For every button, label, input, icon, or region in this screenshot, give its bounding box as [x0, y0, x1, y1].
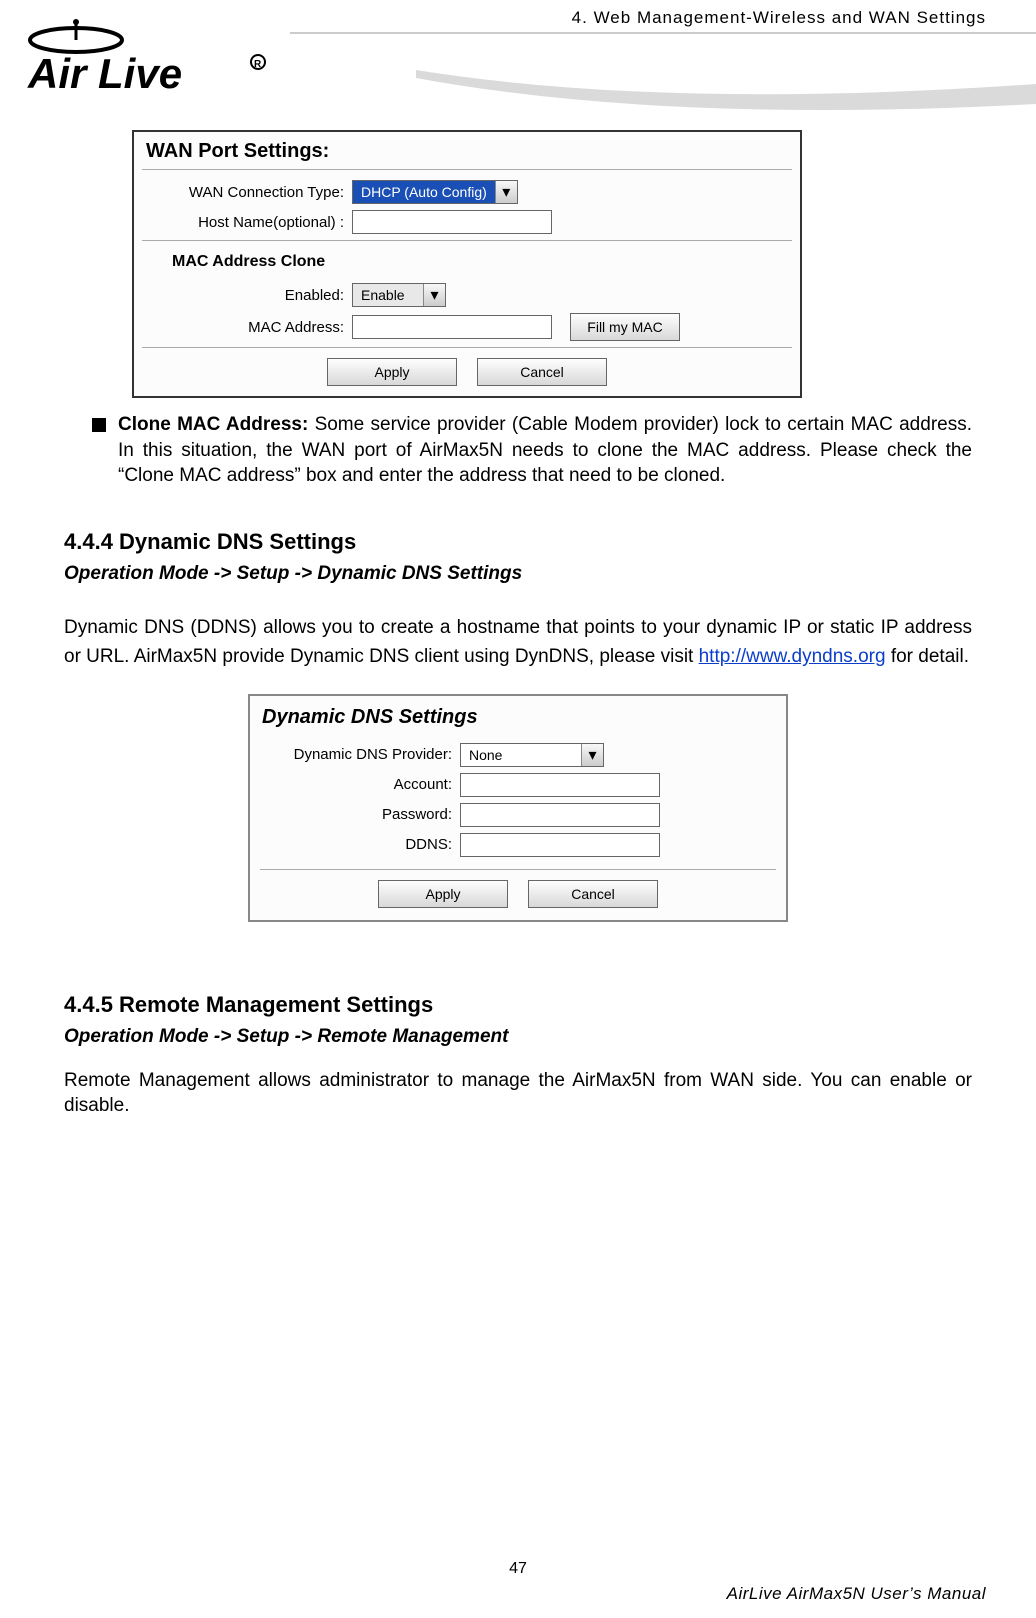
- manual-title-footer: AirLive AirMax5N User’s Manual: [727, 1584, 986, 1604]
- wan-conn-type-label: WAN Connection Type:: [142, 184, 352, 201]
- ddns-provider-select[interactable]: None ▾: [460, 743, 604, 767]
- chevron-down-icon: ▾: [423, 284, 445, 306]
- divider: [142, 240, 792, 241]
- host-name-label: Host Name(optional) :: [142, 214, 352, 231]
- ddns-para-post: for detail.: [886, 646, 969, 667]
- svg-text:R: R: [254, 59, 262, 70]
- ddns-provider-label: Dynamic DNS Provider:: [260, 746, 460, 763]
- divider: [142, 347, 792, 348]
- ddns-field-label: DDNS:: [260, 836, 460, 853]
- remote-breadcrumb: Operation Mode -> Setup -> Remote Manage…: [64, 1026, 972, 1048]
- page-number: 47: [0, 1560, 1036, 1578]
- ddns-panel-title: Dynamic DNS Settings: [260, 704, 776, 737]
- account-input[interactable]: [460, 773, 660, 797]
- dyndns-link[interactable]: http://www.dyndns.org: [699, 646, 886, 667]
- wan-conn-type-select[interactable]: DHCP (Auto Config) ▾: [352, 180, 518, 204]
- enabled-select[interactable]: Enable ▾: [352, 283, 446, 307]
- host-name-input[interactable]: [352, 210, 552, 234]
- wan-port-settings-panel: WAN Port Settings: WAN Connection Type: …: [132, 130, 802, 398]
- mac-address-label: MAC Address:: [142, 319, 352, 336]
- chevron-down-icon: ▾: [581, 744, 603, 766]
- ddns-provider-value: None: [461, 744, 581, 766]
- chapter-title: 4. Web Management-Wireless and WAN Setti…: [572, 8, 986, 28]
- header-divider: [290, 32, 1036, 34]
- remote-paragraph: Remote Management allows administrator t…: [64, 1068, 972, 1119]
- password-label: Password:: [260, 806, 460, 823]
- divider: [260, 869, 776, 870]
- divider: [142, 169, 792, 170]
- airlive-logo: Air Live R: [18, 18, 278, 106]
- password-input[interactable]: [460, 803, 660, 827]
- enabled-value: Enable: [353, 284, 423, 306]
- chevron-down-icon: ▾: [495, 181, 517, 203]
- header-swoosh: [416, 60, 1036, 120]
- clone-mac-paragraph: Clone MAC Address: Some service provider…: [64, 412, 972, 489]
- mac-clone-title: MAC Address Clone: [142, 251, 792, 277]
- mac-address-input[interactable]: [352, 315, 552, 339]
- remote-heading: 4.4.5 Remote Management Settings: [64, 992, 972, 1018]
- cancel-button[interactable]: Cancel: [528, 880, 658, 908]
- ddns-heading: 4.4.4 Dynamic DNS Settings: [64, 529, 972, 555]
- apply-button[interactable]: Apply: [327, 358, 457, 386]
- account-label: Account:: [260, 776, 460, 793]
- svg-text:Air Live: Air Live: [27, 50, 182, 97]
- ddns-breadcrumb: Operation Mode -> Setup -> Dynamic DNS S…: [64, 563, 972, 585]
- clone-mac-lead: Clone MAC Address:: [118, 414, 308, 435]
- ddns-input[interactable]: [460, 833, 660, 857]
- ddns-paragraph: Dynamic DNS (DDNS) allows you to create …: [64, 613, 972, 672]
- square-bullet-icon: [64, 412, 92, 489]
- fill-my-mac-button[interactable]: Fill my MAC: [570, 313, 680, 341]
- cancel-button[interactable]: Cancel: [477, 358, 607, 386]
- enabled-label: Enabled:: [142, 287, 352, 304]
- ddns-settings-panel: Dynamic DNS Settings Dynamic DNS Provide…: [248, 694, 788, 922]
- wan-conn-type-value: DHCP (Auto Config): [353, 181, 495, 203]
- apply-button[interactable]: Apply: [378, 880, 508, 908]
- wan-panel-title: WAN Port Settings:: [142, 138, 792, 169]
